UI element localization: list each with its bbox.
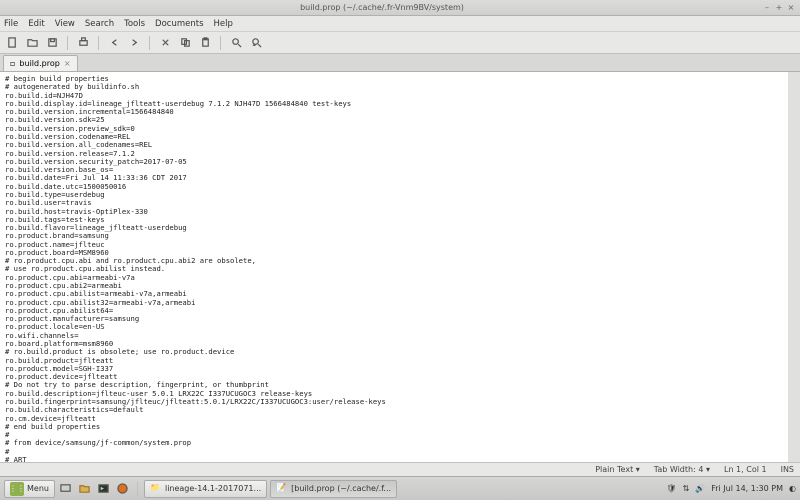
print-icon[interactable] <box>75 35 91 51</box>
file-icon: ▫ <box>10 59 15 68</box>
open-file-icon[interactable] <box>24 35 40 51</box>
menu-label: Menu <box>27 484 49 493</box>
taskbar: ⋮⋮ Menu 📁 lineage-14.1-2017071... 📝 [bui… <box>0 476 800 500</box>
mint-logo-icon: ⋮⋮ <box>10 482 24 496</box>
editor-content[interactable]: # begin build properties # autogenerated… <box>0 72 788 462</box>
menubar: File Edit View Search Tools Documents He… <box>0 16 800 32</box>
terminal-icon[interactable] <box>96 481 112 497</box>
cut-icon[interactable] <box>157 35 173 51</box>
scrollbar-thumb[interactable] <box>790 74 798 104</box>
folder-icon: 📁 <box>150 483 162 495</box>
undo-icon[interactable] <box>106 35 122 51</box>
toolbar-separator <box>67 36 68 50</box>
copy-icon[interactable] <box>177 35 193 51</box>
firefox-icon[interactable] <box>115 481 131 497</box>
redo-icon[interactable] <box>126 35 142 51</box>
paste-icon[interactable] <box>197 35 213 51</box>
tab-close-icon[interactable]: × <box>64 59 71 68</box>
window-title: build.prop (~/.cache/.fr-Vnm9BV/system) <box>4 3 760 12</box>
menu-tools[interactable]: Tools <box>124 19 145 29</box>
tabwidth-selector[interactable]: Tab Width: 4 ▾ <box>654 465 710 474</box>
system-tray: 🛡 ⇅ 🔊 Fri Jul 14, 1:30 PM ◐ <box>666 484 796 493</box>
shield-icon[interactable]: 🛡 <box>666 484 676 493</box>
clock[interactable]: Fri Jul 14, 1:30 PM <box>711 484 783 493</box>
save-icon[interactable] <box>44 35 60 51</box>
task-label: lineage-14.1-2017071... <box>165 484 261 493</box>
task-editor[interactable]: 📝 [build.prop (~/.cache/.f... <box>270 480 397 498</box>
tab-bar: ▫ build.prop × <box>0 54 800 72</box>
user-icon[interactable]: ◐ <box>789 484 796 493</box>
menu-edit[interactable]: Edit <box>28 19 44 29</box>
show-desktop-icon[interactable] <box>58 481 74 497</box>
window-titlebar: build.prop (~/.cache/.fr-Vnm9BV/system) … <box>0 0 800 16</box>
maximize-button[interactable]: + <box>774 3 784 13</box>
syntax-selector[interactable]: Plain Text ▾ <box>595 465 640 474</box>
files-icon[interactable] <box>77 481 93 497</box>
task-filemanager[interactable]: 📁 lineage-14.1-2017071... <box>144 480 267 498</box>
statusbar: Plain Text ▾ Tab Width: 4 ▾ Ln 1, Col 1 … <box>0 462 800 476</box>
toolbar-separator <box>220 36 221 50</box>
toolbar <box>0 32 800 54</box>
find-replace-icon[interactable] <box>248 35 264 51</box>
menu-view[interactable]: View <box>55 19 75 29</box>
new-file-icon[interactable] <box>4 35 20 51</box>
panel-separator <box>137 482 138 496</box>
menu-button[interactable]: ⋮⋮ Menu <box>4 480 55 498</box>
search-icon[interactable] <box>228 35 244 51</box>
insert-mode: INS <box>781 465 794 474</box>
close-button[interactable]: × <box>786 3 796 13</box>
menu-search[interactable]: Search <box>85 19 114 29</box>
task-label: [build.prop (~/.cache/.f... <box>291 484 391 493</box>
menu-documents[interactable]: Documents <box>155 19 203 29</box>
volume-icon[interactable]: 🔊 <box>695 484 705 493</box>
toolbar-separator <box>98 36 99 50</box>
network-icon[interactable]: ⇅ <box>683 484 690 493</box>
editor-area[interactable]: # begin build properties # autogenerated… <box>0 72 800 462</box>
cursor-position: Ln 1, Col 1 <box>724 465 767 474</box>
minimize-button[interactable]: – <box>762 3 772 13</box>
menu-file[interactable]: File <box>4 19 18 29</box>
tab-buildprop[interactable]: ▫ build.prop × <box>3 55 78 71</box>
toolbar-separator <box>149 36 150 50</box>
menu-help[interactable]: Help <box>214 19 233 29</box>
tab-label: build.prop <box>19 59 59 68</box>
editor-icon: 📝 <box>276 483 288 495</box>
